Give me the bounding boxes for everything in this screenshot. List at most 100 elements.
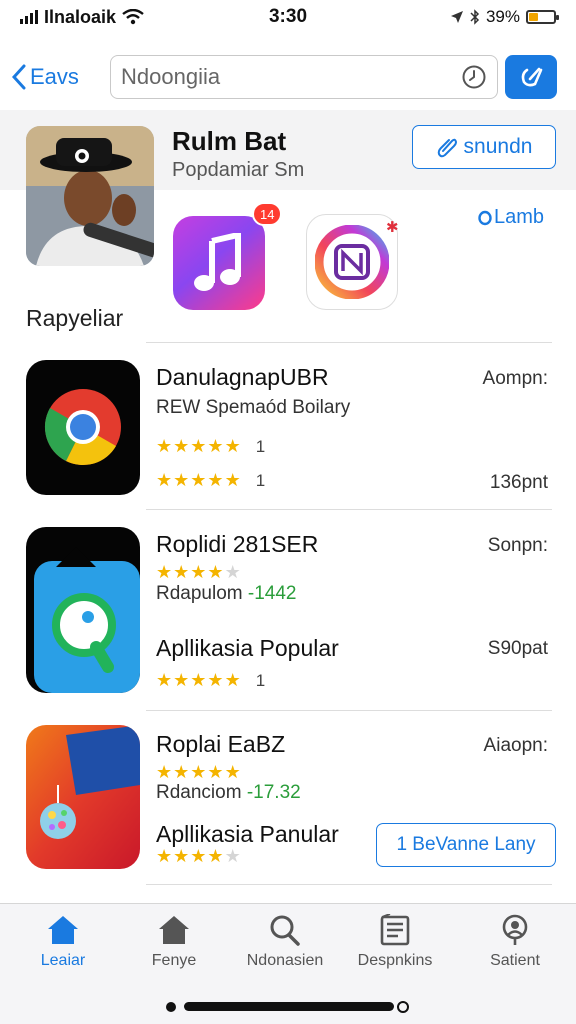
star-rating: ★ ★ ★ ★ ★ 1	[156, 436, 265, 457]
featured-title: Rulm Bat	[172, 126, 287, 156]
battery-fill	[529, 13, 538, 21]
tab-account[interactable]: Satient	[460, 914, 570, 970]
star-filled-icon: ★	[156, 762, 172, 782]
tab-featured[interactable]: Fenye	[119, 914, 229, 970]
divider	[146, 710, 552, 711]
app-name: DanulagnapUBR	[156, 364, 329, 390]
home-icon	[159, 916, 189, 944]
lamb-link[interactable]: Lamb	[478, 206, 544, 229]
paperclip-icon	[437, 138, 457, 158]
home-indicator[interactable]	[184, 1002, 394, 1011]
book-icon	[380, 914, 410, 946]
app-price[interactable]: Aiaopn:	[484, 735, 548, 757]
app-icon-chrome[interactable]	[26, 360, 140, 495]
star-filled-icon: ★	[224, 436, 241, 456]
star-filled-icon: ★	[190, 670, 206, 690]
search-icon	[270, 915, 300, 946]
app-name-secondary: Apllikasia Panular	[156, 821, 339, 847]
page-dot	[166, 1002, 176, 1012]
star-filled-icon: ★	[224, 762, 241, 782]
camera-app-icon[interactable]	[306, 214, 398, 310]
app-price[interactable]: Sonpn:	[488, 535, 548, 557]
star-filled-icon: ★	[173, 562, 189, 582]
search-input[interactable]	[121, 64, 461, 90]
carrier-label: Ilnaloaik	[44, 6, 117, 27]
pencil-icon	[521, 67, 543, 87]
star-filled-icon: ★	[190, 762, 206, 782]
app-sub-label: Rdanciom	[156, 782, 242, 803]
bluetooth-icon	[470, 9, 480, 25]
star-rating: ★ ★ ★ ★ ★	[156, 562, 241, 583]
star-filled-icon: ★	[224, 470, 241, 490]
back-button[interactable]: Eavs	[12, 58, 79, 96]
star-filled-icon: ★	[207, 670, 223, 690]
get-button[interactable]: 1 BeVanne Lany	[376, 823, 556, 867]
app-icon-search[interactable]	[26, 527, 140, 693]
star-filled-icon: ★	[190, 562, 206, 582]
section-title: Rapyeliar	[26, 305, 124, 331]
app-sub-label: Rdapulom	[156, 583, 243, 604]
star-rating: ★ ★ ★ ★ ★ 1	[156, 670, 265, 691]
star-filled-icon: ★	[173, 670, 189, 690]
star-filled-icon: ★	[224, 670, 241, 690]
star-filled-icon: ★	[190, 846, 206, 866]
app-sub-text: Spemaód Boilary	[205, 397, 351, 418]
tab-updates[interactable]: Despnkins	[340, 914, 450, 970]
star-filled-icon: ★	[173, 436, 189, 456]
rating-count: 1	[255, 670, 266, 690]
app-price-secondary[interactable]: S90pat	[488, 638, 548, 660]
tab-label: Despnkins	[357, 952, 433, 969]
star-filled-icon: ★	[190, 470, 206, 490]
magnifier-app-image	[34, 547, 140, 693]
music-note-icon	[194, 233, 241, 291]
star-rating: ★ ★ ★ ★ ★	[156, 846, 241, 867]
clock-icon[interactable]	[461, 64, 487, 90]
app-subtitle: Rdapulom -1442	[156, 583, 297, 605]
star-filled-icon: ★	[156, 846, 172, 866]
back-label: Eavs	[30, 64, 79, 89]
status-left: Ilnaloaik	[20, 7, 144, 28]
app-name: Roplai EaBZ	[156, 731, 286, 757]
app-sub-prefix: REW	[156, 397, 201, 418]
camera-icon	[315, 225, 389, 299]
disco-app-image	[26, 725, 140, 869]
sparkle-icon: ✱	[386, 219, 399, 236]
app-subtitle: REW Spemaód Boilary	[156, 397, 350, 419]
tab-label: Fenye	[151, 952, 197, 969]
star-filled-icon: ★	[173, 470, 189, 490]
app-price[interactable]: Aompn:	[483, 368, 548, 390]
tab-home[interactable]: Leaiar	[8, 914, 118, 970]
star-empty-icon: ★	[224, 846, 241, 866]
star-rating: ★ ★ ★ ★ ★ 1	[156, 470, 265, 491]
tab-search[interactable]: Ndonasien	[230, 914, 340, 970]
app-price-secondary[interactable]: 136pnt	[490, 472, 548, 494]
app-sub-value: -17.32	[246, 782, 301, 803]
app-icon-disco[interactable]	[26, 725, 140, 869]
sound-button[interactable]: snundn	[412, 125, 556, 169]
star-filled-icon: ★	[156, 470, 172, 490]
app-sub-value: -1442	[247, 583, 297, 604]
lamb-link-label: Lamb	[494, 206, 545, 228]
rating-count: 1	[255, 470, 266, 490]
music-app-icon[interactable]	[173, 216, 265, 310]
sound-button-label: snundn	[463, 135, 533, 158]
star-filled-icon: ★	[207, 436, 223, 456]
featured-photo[interactable]	[26, 126, 154, 266]
person-search-icon	[502, 914, 528, 945]
status-right: 39%	[450, 7, 559, 27]
star-filled-icon: ★	[156, 562, 172, 582]
star-filled-icon: ★	[173, 846, 189, 866]
edit-button[interactable]	[505, 55, 557, 99]
star-empty-icon: ★	[224, 562, 241, 582]
divider	[146, 342, 552, 343]
header: Eavs	[0, 50, 576, 104]
notification-badge: 14	[252, 202, 283, 226]
app-name-secondary: Apllikasia Popular	[156, 635, 339, 661]
divider	[146, 509, 552, 510]
page-dot	[397, 1001, 409, 1013]
status-bar: Ilnaloaik 3:30 39%	[0, 0, 576, 34]
star-rating: ★ ★ ★ ★ ★	[156, 762, 241, 783]
search-bar[interactable]	[110, 55, 498, 99]
star-filled-icon: ★	[207, 562, 223, 582]
chrome-icon	[44, 389, 121, 466]
